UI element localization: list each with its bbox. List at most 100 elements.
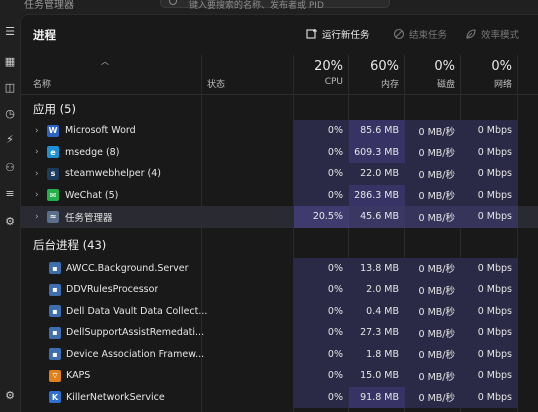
app-window-icon: ▪ <box>49 305 61 318</box>
cpu-total: 20% <box>314 59 343 74</box>
cpu-value: 20.5% <box>294 206 349 228</box>
processes-panel: 进程 运行新任务 结束任务 效率模式 ︿ 名称 状态 20% CPU 60% 内… <box>20 14 538 412</box>
edge-icon: e <box>47 146 59 159</box>
wifi-icon: ⌔ <box>49 369 61 382</box>
expand-chevron-icon[interactable]: › <box>35 212 39 222</box>
memory-value: 13.8 MB <box>349 257 405 279</box>
process-name: DDVRulesProcessor <box>66 284 159 296</box>
app-window-icon: ▪ <box>49 283 61 296</box>
network-value: 0 Mbps <box>461 257 518 279</box>
leaf-icon <box>466 29 476 39</box>
network-value: 0 Mbps <box>461 206 518 228</box>
startup-apps-icon[interactable]: ⚡ <box>3 132 17 146</box>
memory-value: 609.3 MB <box>349 141 405 163</box>
network-value: 0 Mbps <box>461 322 518 344</box>
task-manager-icon: ≈ <box>47 210 59 223</box>
processes-icon[interactable]: ▦ <box>3 54 17 68</box>
disk-value: 0 MB/秒 <box>405 300 461 322</box>
column-memory[interactable]: 60% 内存 <box>349 53 405 95</box>
app-window-icon: ▪ <box>49 348 61 361</box>
cpu-value: 0% <box>294 163 349 185</box>
network-total: 0% <box>491 59 512 74</box>
cpu-value: 0% <box>294 322 349 344</box>
process-list: 应用 (5) › W Microsoft Word 0% 85.6 MB 0 MB/秒 0 … <box>21 96 538 412</box>
scrollbar[interactable] <box>533 55 538 412</box>
killer-icon: K <box>49 391 61 404</box>
process-row[interactable]: › e msedge (8) 0% 609.3 MB 0 MB/秒 0 Mbps <box>21 141 538 163</box>
network-value: 0 Mbps <box>461 120 518 142</box>
performance-icon[interactable]: ◫ <box>3 80 17 94</box>
process-row[interactable]: › s steamwebhelper (4) 0% 22.0 MB 0 MB/秒 0 Mbp… <box>21 163 538 185</box>
disk-value: 0 MB/秒 <box>405 365 461 387</box>
process-row[interactable]: › W Microsoft Word 0% 85.6 MB 0 MB/秒 0 Mbps <box>21 120 538 142</box>
cpu-value: 0% <box>294 279 349 301</box>
users-icon[interactable]: ⚇ <box>3 160 17 174</box>
memory-value: 0.4 MB <box>349 300 405 322</box>
cpu-value: 0% <box>294 300 349 322</box>
app-title: 任务管理器 <box>24 0 74 11</box>
expand-chevron-icon[interactable]: › <box>35 147 39 157</box>
disk-value: 0 MB/秒 <box>405 184 461 206</box>
expand-chevron-icon[interactable]: › <box>35 190 39 200</box>
memory-value: 27.3 MB <box>349 322 405 344</box>
services-icon[interactable]: ⚙ <box>3 214 17 228</box>
disk-value: 0 MB/秒 <box>405 322 461 344</box>
process-name: 任务管理器 <box>65 212 113 224</box>
hamburger-menu-icon[interactable]: ☰ <box>3 24 17 38</box>
cpu-value: 0% <box>294 257 349 279</box>
network-value: 0 Mbps <box>461 300 518 322</box>
apps-group: › W Microsoft Word 0% 85.6 MB 0 MB/秒 0 Mbps › e m… <box>21 120 538 228</box>
end-task-label: 结束任务 <box>409 30 448 41</box>
process-name: AWCC.Background.Server <box>66 262 189 274</box>
process-row[interactable]: ▪ DellSupportAssistRemedati... 0% 27.3 MB 0 … <box>21 322 538 344</box>
efficiency-mode-label: 效率模式 <box>481 30 520 41</box>
cpu-value: 0% <box>294 386 349 408</box>
network-value: 0 Mbps <box>461 365 518 387</box>
disk-value: 0 MB/秒 <box>405 386 461 408</box>
settings-icon[interactable]: ⚙ <box>3 388 17 402</box>
expand-chevron-icon[interactable]: › <box>35 169 39 179</box>
process-row[interactable]: › ✉ WeChat (5) 0% 286.3 MB 0 MB/秒 0 Mbps <box>21 184 538 206</box>
app-history-icon[interactable]: ◷ <box>3 106 17 120</box>
disk-value: 0 MB/秒 <box>405 279 461 301</box>
end-task-icon <box>393 28 405 40</box>
run-new-task-button[interactable]: 运行新任务 <box>306 26 370 42</box>
disk-value: 0 MB/秒 <box>405 120 461 142</box>
efficiency-mode-button[interactable]: 效率模式 <box>465 26 519 42</box>
process-name: msedge (8) <box>65 146 120 158</box>
word-icon: W <box>47 124 59 137</box>
process-row[interactable]: ▪ DDVRulesProcessor 0% 2.0 MB 0 MB/秒 0 Mbps <box>21 279 538 301</box>
background-group: ▪ AWCC.Background.Server 0% 13.8 MB 0 MB/秒 0 … <box>21 257 538 408</box>
process-row[interactable]: K KillerNetworkService 0% 91.8 MB 0 MB/秒 0 Mb… <box>21 386 538 408</box>
process-row[interactable]: › ≈ 任务管理器 20.5% 45.6 MB 0 MB/秒 0 Mbps <box>21 206 538 228</box>
cpu-label: CPU <box>324 77 343 87</box>
process-name: DellSupportAssistRemedati... <box>66 327 205 339</box>
process-row[interactable]: ⌔ KAPS 0% 15.0 MB 0 MB/秒 0 Mbps <box>21 365 538 387</box>
column-disk[interactable]: 0% 磁盘 <box>405 53 461 95</box>
memory-label: 内存 <box>380 80 399 90</box>
end-task-button[interactable]: 结束任务 <box>393 26 447 42</box>
memory-value: 1.8 MB <box>349 343 405 365</box>
process-row[interactable]: ▪ AWCC.Background.Server 0% 13.8 MB 0 MB/秒 0 … <box>21 257 538 279</box>
process-name: KillerNetworkService <box>66 391 165 403</box>
app-window-icon: ▪ <box>49 262 61 275</box>
process-row[interactable]: ▪ Device Association Framew... 0% 1.8 MB 0 M… <box>21 343 538 365</box>
network-value: 0 Mbps <box>461 163 518 185</box>
process-name: WeChat (5) <box>65 189 119 201</box>
network-value: 0 Mbps <box>461 184 518 206</box>
wechat-icon: ✉ <box>47 189 59 202</box>
column-network[interactable]: 0% 网络 <box>461 53 518 95</box>
process-name: Device Association Framew... <box>66 348 205 360</box>
details-icon[interactable]: ≡ <box>3 186 17 200</box>
network-value: 0 Mbps <box>461 141 518 163</box>
apps-section-header: 应用 (5) <box>21 96 538 120</box>
process-row[interactable]: ▪ Dell Data Vault Data Collect... 0% 0.4 MB… <box>21 300 538 322</box>
expand-chevron-icon[interactable]: › <box>35 126 39 136</box>
column-status[interactable]: 状态 <box>207 77 225 90</box>
app-window-icon: ▪ <box>49 326 61 339</box>
network-value: 0 Mbps <box>461 386 518 408</box>
column-name[interactable]: 名称 <box>33 77 51 90</box>
search-input[interactable]: 键入要搜索的名称、发布者或 PID <box>160 0 390 11</box>
column-cpu[interactable]: 20% CPU <box>294 53 349 95</box>
cpu-value: 0% <box>294 365 349 387</box>
